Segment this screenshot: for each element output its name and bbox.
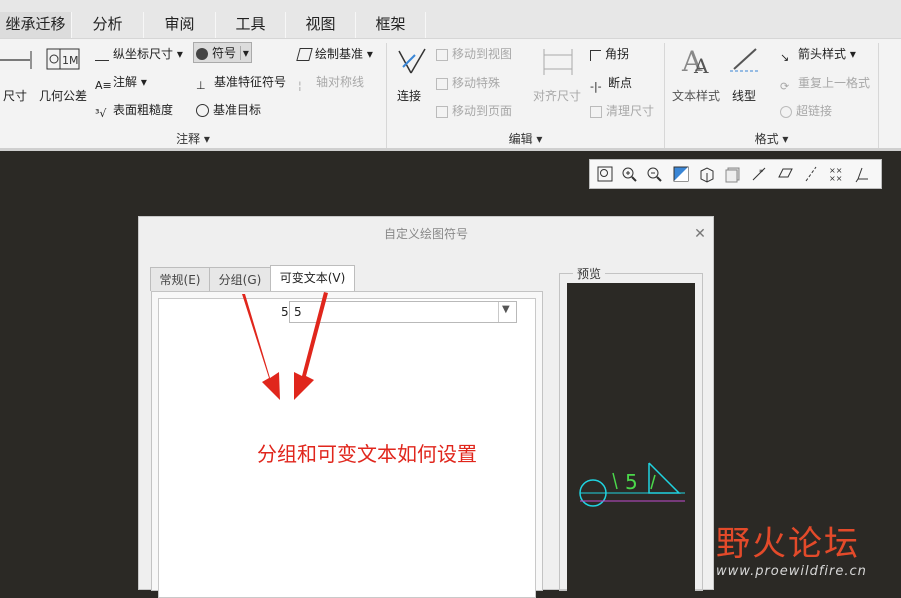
- cleanup-dimensions-button[interactable]: 清理尺寸: [590, 102, 654, 119]
- datum-target-button[interactable]: 基准目标: [196, 101, 261, 118]
- plane-display-icon[interactable]: [776, 165, 794, 183]
- align-dimension-icon: [543, 49, 573, 75]
- red-arrow-left: [242, 294, 280, 400]
- align-dimension-button[interactable]: 对齐尺寸: [533, 87, 581, 104]
- zoom-in-icon[interactable]: [620, 165, 638, 183]
- group-label-edit[interactable]: 编辑 ▾: [387, 130, 664, 148]
- text-style-button[interactable]: 文本样式: [672, 87, 720, 104]
- svg-text:1M: 1M: [62, 54, 79, 67]
- surface-finish-button[interactable]: ³√ 表面粗糙度: [95, 101, 173, 121]
- axis-display-icon[interactable]: [802, 165, 820, 183]
- symbol-preview-graphic: 5: [579, 462, 685, 507]
- preview-canvas: 5: [567, 283, 695, 591]
- saved-views-icon[interactable]: [724, 165, 742, 183]
- custom-drawing-symbol-dialog: 自定义绘图符号 ✕ 常规(E) 分组(G) 可变文本(V) 5 5 ▼ 预览 5: [138, 216, 714, 598]
- svg-text:A: A: [693, 54, 709, 77]
- tab-analysis[interactable]: 分析: [72, 12, 144, 38]
- repeat-format-icon: ⟳: [780, 80, 790, 93]
- chevron-down-icon[interactable]: ▼: [502, 304, 510, 315]
- line-style-button[interactable]: 线型: [732, 87, 756, 104]
- text-style-icon: AA: [681, 45, 709, 77]
- display-style-icon[interactable]: [698, 165, 716, 183]
- close-icon[interactable]: ✕: [691, 225, 709, 243]
- jog-icon: [590, 50, 601, 61]
- geometric-tolerance-button[interactable]: 几何公差: [39, 87, 87, 104]
- csys-display-icon[interactable]: [854, 165, 872, 183]
- sketch-datum-icon: [296, 48, 313, 61]
- repeat-last-format-button[interactable]: ⟳ 重复上一格式: [780, 74, 870, 94]
- ribbon-panel: 尺寸 1M 几何公差 纵坐标尺寸 ▾ A≡注解 ▾ ³√ 表面粗糙度 符号 ▾ ⊥…: [0, 38, 901, 149]
- zoom-out-icon[interactable]: [645, 165, 663, 183]
- tab-tools[interactable]: 工具: [216, 12, 286, 38]
- symbol-icon: [196, 48, 208, 60]
- refit-icon[interactable]: [596, 165, 614, 183]
- red-arrow-right: [294, 292, 328, 400]
- axis-symmetry-button[interactable]: ¦ 轴对称线: [298, 73, 364, 93]
- tab-inheritance[interactable]: 继承迁移: [0, 12, 72, 38]
- watermark: 野火论坛 www.proewildfire.cn: [716, 524, 867, 579]
- dimension-icon: [0, 51, 32, 69]
- dimension-button[interactable]: 尺寸: [3, 87, 27, 104]
- move-special-button[interactable]: 移动特殊: [436, 74, 500, 91]
- watermark-title: 野火论坛: [716, 524, 860, 564]
- graphics-toolbar: * ×× ××: [589, 159, 882, 189]
- preview-text: 5: [625, 470, 638, 494]
- ordinate-dimension-button[interactable]: 纵坐标尺寸 ▾: [95, 45, 183, 62]
- group-label-format[interactable]: 格式 ▾: [665, 130, 878, 148]
- group-separator: [878, 43, 879, 149]
- move-to-view-icon: [436, 49, 448, 61]
- move-to-page-icon: [436, 106, 448, 118]
- svg-text:*: *: [759, 168, 763, 177]
- sketch-datum-button[interactable]: 绘制基准 ▾: [296, 45, 373, 62]
- annotation-arrows: [242, 292, 328, 400]
- geometric-tolerance-icon: 1M: [46, 48, 80, 70]
- jog-button[interactable]: 角拐: [590, 45, 629, 62]
- svg-text:××: ××: [829, 174, 842, 183]
- symbol-button[interactable]: 符号 ▾: [193, 42, 252, 63]
- cleanup-icon: [590, 106, 602, 118]
- arrow-style-button[interactable]: ↘ 箭头样式 ▾: [780, 45, 856, 65]
- tab-view[interactable]: 视图: [286, 12, 356, 38]
- hyperlink-icon: [780, 106, 792, 118]
- break-icon: -|-: [590, 80, 602, 93]
- tab-grouping[interactable]: 分组(G): [209, 267, 271, 291]
- datum-feature-symbol-button[interactable]: ⊥ 基准特征符号: [196, 73, 286, 93]
- line-style-icon: [730, 48, 760, 72]
- datum-display-icon[interactable]: *: [750, 165, 768, 183]
- tab-review[interactable]: 审阅: [144, 12, 216, 38]
- hyperlink-button[interactable]: 超链接: [780, 102, 832, 119]
- surface-finish-icon: ³√: [95, 107, 107, 120]
- ribbon-tab-bar: 继承迁移 分析 审阅 工具 视图 框架: [0, 0, 901, 38]
- move-to-view-button[interactable]: 移动到视图: [436, 45, 512, 62]
- datum-target-icon: [196, 104, 209, 117]
- ordinate-icon: [95, 52, 109, 61]
- move-special-icon: [436, 78, 448, 90]
- tab-variable-text[interactable]: 可变文本(V): [270, 265, 355, 292]
- note-button[interactable]: A≡注解 ▾: [95, 73, 147, 93]
- move-to-page-button[interactable]: 移动到页面: [436, 102, 512, 119]
- dropdown-divider: [498, 302, 499, 322]
- tab-frame[interactable]: 框架: [356, 12, 426, 38]
- preview-label: 预览: [573, 265, 606, 282]
- datum-feature-icon: ⊥: [196, 79, 206, 92]
- point-display-icon[interactable]: ××××: [828, 165, 846, 183]
- dialog-title: 自定义绘图符号: [383, 227, 468, 241]
- watermark-url: www.proewildfire.cn: [716, 564, 867, 579]
- annotation-text: 分组和可变文本如何设置: [257, 442, 477, 466]
- repaint-icon[interactable]: [672, 165, 690, 183]
- arrow-style-icon: ↘: [780, 51, 790, 64]
- note-icon: A≡: [95, 79, 112, 92]
- connect-button[interactable]: 连接: [397, 87, 421, 104]
- axis-symmetry-icon: ¦: [298, 79, 302, 92]
- connect-icon: [398, 48, 426, 74]
- break-button[interactable]: -|- 断点: [590, 74, 632, 94]
- tab-general[interactable]: 常规(E): [150, 267, 210, 291]
- ribbon-bottom-border: [0, 148, 901, 151]
- group-label-annotate[interactable]: 注释 ▾: [0, 130, 386, 148]
